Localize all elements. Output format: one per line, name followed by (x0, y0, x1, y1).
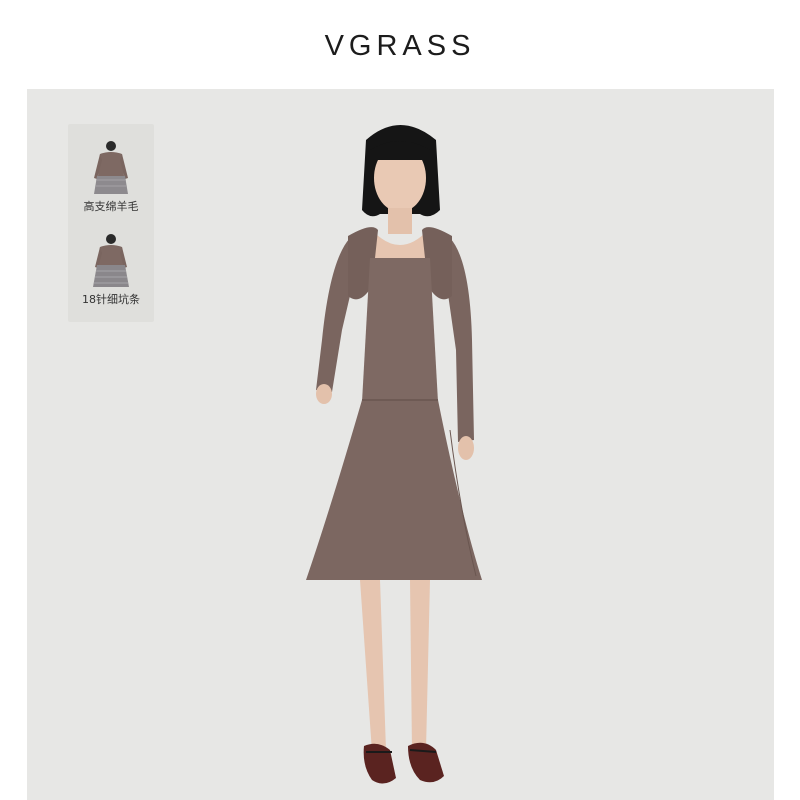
brand-logo: VGRASS (324, 30, 476, 62)
header: VGRASS (0, 0, 800, 88)
right-shoe (408, 742, 444, 783)
product-model-photo (306, 125, 482, 784)
thumbnail-1-label: 高支绵羊毛 (83, 200, 139, 213)
thumbnail-2-label: 18针细坑条 (82, 293, 140, 306)
dress-skirt (306, 400, 482, 580)
thumbnail-2[interactable]: 18针细坑条 (68, 223, 154, 322)
left-shoe (363, 743, 396, 784)
dress-bodice (362, 258, 438, 402)
model-left-leg (360, 580, 386, 752)
sweater-thumbnail-icon (94, 141, 128, 194)
thumbnail-1[interactable]: 高支绵羊毛 (68, 124, 154, 223)
sweater-thumbnail-icon (93, 234, 129, 287)
variant-thumbnails: 高支绵羊毛 18针细坑条 (68, 124, 154, 322)
model-right-leg (410, 580, 430, 752)
